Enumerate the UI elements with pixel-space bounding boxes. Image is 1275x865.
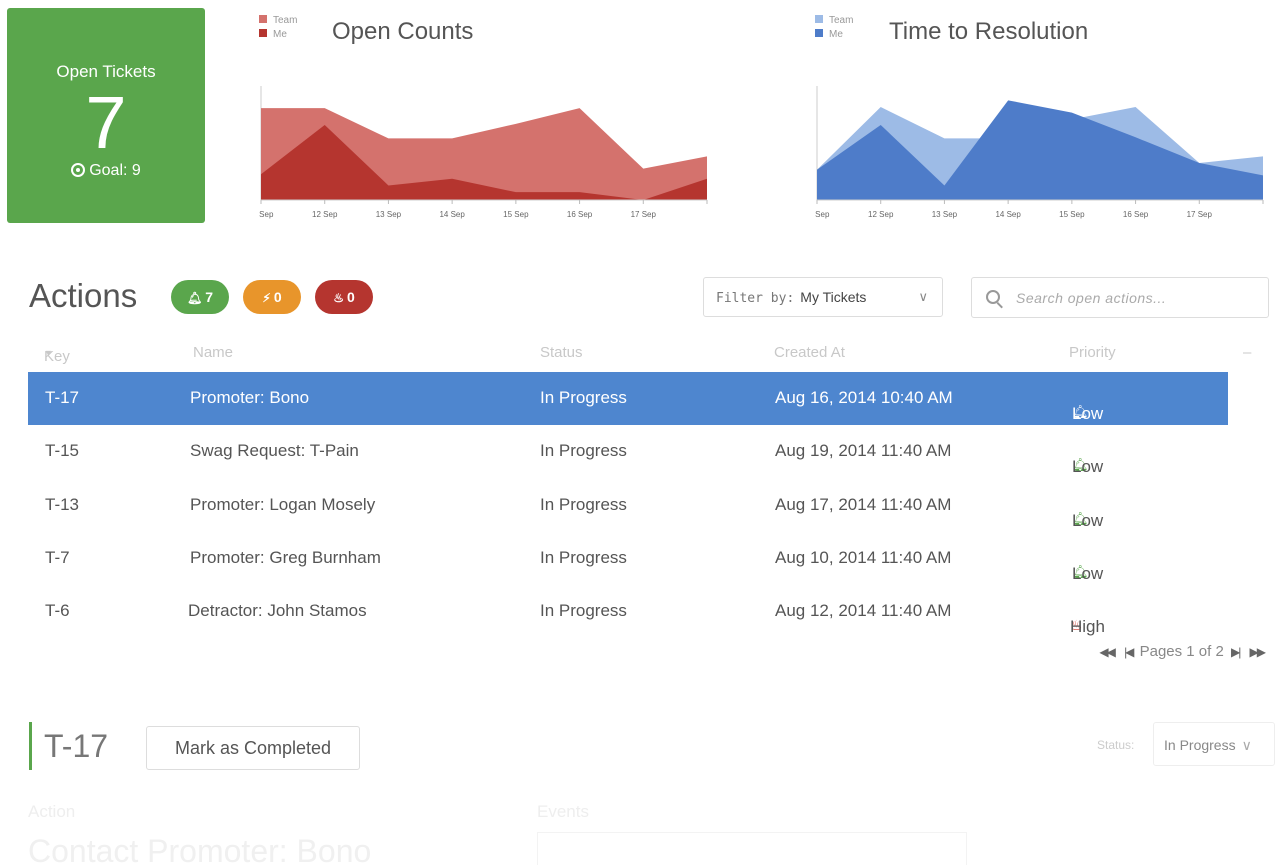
cell-name: Swag Request: T-Pain xyxy=(190,441,359,460)
open-counts-chart: 11 Sep 12 Sep 13 Sep 14 Sep 15 Sep 16 Sep 17 S… xyxy=(259,8,719,238)
cell-key: T-13 xyxy=(45,495,80,514)
x-tick-label: 17 Sep xyxy=(1187,210,1213,219)
events-label: Events xyxy=(537,802,589,821)
cell-key: T-7 xyxy=(45,548,70,567)
chevron-down-icon: ∨ xyxy=(918,289,928,304)
high-count-badge[interactable]: ♨ 0 xyxy=(315,280,373,314)
bell-icon: 🔔︎ xyxy=(186,291,203,305)
first-page-icon[interactable]: ◀◀ xyxy=(1099,645,1116,659)
x-tick-label: 12 Sep xyxy=(312,210,338,219)
filter-value: My Tickets xyxy=(800,289,867,305)
x-tick-label: 16 Sep xyxy=(1123,210,1149,219)
time-to-resolution-legend: Team Me xyxy=(815,14,853,42)
x-tick-label: 15 Sep xyxy=(503,210,529,219)
cell-key: T-6 xyxy=(45,601,70,620)
prev-page-icon[interactable]: |◀ xyxy=(1124,645,1134,659)
open-tickets-tile: Open Tickets 7 Goal: 9 xyxy=(7,8,205,223)
legend-item-me: Me xyxy=(259,28,297,42)
table-header: ▼ Key Name Status Created At Priority – xyxy=(44,344,1252,365)
search-icon xyxy=(986,290,1000,304)
x-tick-label: 13 Sep xyxy=(376,210,402,219)
time-to-resolution-title: Time to Resolution xyxy=(889,18,1089,45)
cell-created: Aug 17, 2014 11:40 AM xyxy=(775,495,952,514)
x-tick-label: 17 Sep xyxy=(631,210,657,219)
filter-select[interactable]: Filter by: My Tickets ∨ xyxy=(703,277,943,317)
fire-icon: ♨ xyxy=(333,291,344,305)
search-box[interactable] xyxy=(971,277,1269,318)
kpi-title: Open Tickets xyxy=(56,62,156,81)
table-row[interactable]: T-6 Detractor: John Stamos In Progress A… xyxy=(28,585,1228,638)
status-label: Status: xyxy=(1097,738,1135,752)
cell-created: Aug 16, 2014 10:40 AM xyxy=(775,388,953,407)
x-tick-label: 13 Sep xyxy=(932,210,958,219)
cell-name: Promoter: Bono xyxy=(190,388,310,407)
medium-count-badge[interactable]: ⚡︎ 0 xyxy=(243,280,301,314)
column-header-priority[interactable]: Priority xyxy=(1069,344,1116,361)
table-row[interactable]: T-15 Swag Request: T-Pain In Progress Au… xyxy=(28,425,1228,478)
mark-completed-button[interactable]: Mark as Completed xyxy=(146,726,360,770)
cell-created: Aug 19, 2014 11:40 AM xyxy=(775,441,952,460)
cell-created: Aug 12, 2014 11:40 AM xyxy=(775,601,952,620)
kpi-goal-text: Goal: 9 xyxy=(89,162,141,179)
detail-accent-bar xyxy=(29,722,32,770)
open-counts-legend: Team Me xyxy=(259,14,297,42)
legend-item-team: Team xyxy=(815,14,853,28)
time-to-resolution-chart: 11 Sep 12 Sep 13 Sep 14 Sep 15 Sep 16 Sep 17 S… xyxy=(815,8,1275,238)
x-tick-label: 12 Sep xyxy=(868,210,894,219)
table-row[interactable]: T-13 Promoter: Logan Mosely In Progress … xyxy=(28,479,1228,532)
action-label: Action xyxy=(28,802,76,821)
x-tick-label: 16 Sep xyxy=(567,210,593,219)
pagination: ◀◀ |◀ Pages 1 of 2 ▶| ▶▶ xyxy=(1096,643,1267,660)
cell-status: In Progress xyxy=(540,601,627,620)
cell-status: In Progress xyxy=(540,495,627,514)
x-tick-label: 11 Sep xyxy=(815,210,830,219)
detail-key: T-17 xyxy=(44,728,109,764)
cell-status: In Progress xyxy=(540,548,627,567)
chevron-down-icon: ∨ xyxy=(1241,737,1252,753)
kpi-goal: Goal: 9 xyxy=(7,162,205,180)
cell-name: Promoter: Logan Mosely xyxy=(190,495,376,514)
cell-key: T-17 xyxy=(45,388,80,407)
pager-text: Pages 1 of 2 xyxy=(1139,643,1224,660)
x-tick-label: 11 Sep xyxy=(259,210,274,219)
table-row[interactable]: T-17 Promoter: Bono In Progress Aug 16, … xyxy=(28,372,1228,425)
column-header-created-at[interactable]: Created At xyxy=(774,344,845,361)
events-box xyxy=(537,832,967,865)
filter-label: Filter by: xyxy=(716,291,795,306)
status-select[interactable]: In Progress ∨ xyxy=(1153,722,1275,766)
cell-status: In Progress xyxy=(540,441,627,460)
collapse-icon[interactable]: – xyxy=(1243,344,1251,361)
legend-item-me: Me xyxy=(815,28,853,42)
bolt-icon: ⚡︎ xyxy=(262,291,271,305)
action-text: Contact Promoter: Bono xyxy=(28,833,372,865)
next-page-icon[interactable]: ▶| xyxy=(1231,645,1241,659)
legend-item-team: Team xyxy=(259,14,297,28)
x-tick-label: 15 Sep xyxy=(1059,210,1085,219)
actions-title: Actions xyxy=(29,277,138,314)
cell-created: Aug 10, 2014 11:40 AM xyxy=(775,548,952,567)
column-header-status[interactable]: Status xyxy=(540,344,583,361)
column-header-name[interactable]: Name xyxy=(193,344,233,361)
cell-name: Detractor: John Stamos xyxy=(188,601,367,620)
kpi-value: 7 xyxy=(85,81,127,164)
cell-status: In Progress xyxy=(540,388,627,407)
open-counts-title: Open Counts xyxy=(332,18,474,45)
x-tick-label: 14 Sep xyxy=(995,210,1021,219)
open-counts-plot: 11 Sep 12 Sep 13 Sep 14 Sep 15 Sep 16 Sep 17 S… xyxy=(259,86,708,219)
low-count-badge[interactable]: 🔔︎ 7 xyxy=(171,280,229,314)
target-icon xyxy=(71,163,86,177)
cell-name: Promoter: Greg Burnham xyxy=(190,548,381,567)
table-row[interactable]: T-7 Promoter: Greg Burnham In Progress A… xyxy=(28,532,1228,585)
status-value: In Progress xyxy=(1164,737,1236,753)
x-tick-label: 14 Sep xyxy=(439,210,465,219)
cell-key: T-15 xyxy=(45,441,80,460)
last-page-icon[interactable]: ▶▶ xyxy=(1250,645,1267,659)
search-input[interactable] xyxy=(1016,286,1256,310)
